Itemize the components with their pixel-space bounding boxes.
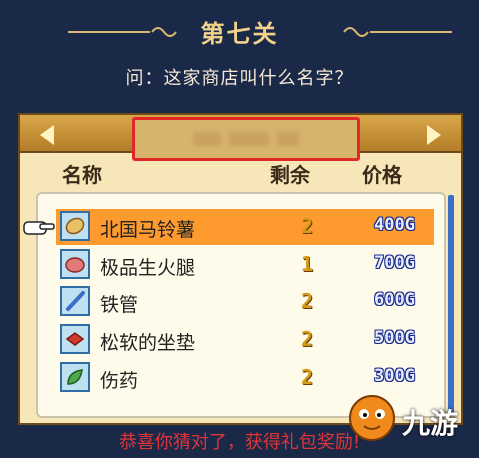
question-text: 问：这家商店叫什么名字？ bbox=[125, 68, 354, 89]
item-qty: 2 bbox=[301, 289, 314, 313]
item-qty: 2 bbox=[301, 365, 314, 389]
column-headers: 名称 剩余 价格 bbox=[20, 157, 461, 187]
item-name: 松软的坐垫 bbox=[100, 332, 196, 354]
watermark-text: 九游 bbox=[402, 407, 459, 440]
previous-shop-button[interactable] bbox=[22, 117, 54, 149]
iron-pipe-icon bbox=[60, 286, 90, 316]
header-price: 价格 bbox=[362, 163, 402, 187]
mascot-icon bbox=[349, 395, 395, 441]
item-price: 300G bbox=[374, 366, 415, 386]
item-price: 700G bbox=[374, 253, 415, 273]
header-remaining: 剩余 bbox=[270, 163, 310, 187]
item-name: 铁管 bbox=[100, 294, 139, 316]
herb-medicine-icon bbox=[60, 362, 90, 392]
item-qty: 2 bbox=[301, 327, 314, 351]
cushion-icon bbox=[60, 324, 90, 354]
list-scrollbar[interactable] bbox=[448, 195, 454, 413]
item-price: 500G bbox=[374, 328, 415, 348]
list-item[interactable]: 铁管 2 600G bbox=[56, 284, 434, 320]
item-price: 400G bbox=[374, 215, 415, 235]
list-item[interactable]: 极品生火腿 1 700G bbox=[56, 247, 434, 283]
item-qty: 2 bbox=[301, 214, 314, 238]
list-item[interactable]: 北国马铃薯 2 400G bbox=[56, 209, 434, 245]
header-name: 名称 bbox=[62, 163, 102, 187]
arrow-left-icon bbox=[40, 125, 54, 145]
item-price: 600G bbox=[374, 290, 415, 310]
hand-pointer-icon bbox=[23, 221, 55, 235]
shop-name-blurred bbox=[132, 117, 360, 161]
watermark-logo: 九游 bbox=[344, 388, 474, 448]
item-name: 北国马铃薯 bbox=[100, 219, 196, 241]
item-name: 伤药 bbox=[100, 370, 139, 392]
item-name: 极品生火腿 bbox=[100, 257, 196, 279]
next-shop-button[interactable] bbox=[427, 117, 459, 149]
list-item[interactable]: 松软的坐垫 2 500G bbox=[56, 322, 434, 358]
level-title-bar: 第七关 bbox=[0, 14, 479, 50]
right-ornament-icon bbox=[343, 27, 452, 37]
potato-icon bbox=[60, 211, 90, 241]
shop-panel: 名称 剩余 价格 北国马铃薯 2 400G 极品生火腿 1 700G 铁管 2 … bbox=[18, 113, 463, 425]
ham-icon bbox=[60, 249, 90, 279]
item-qty: 1 bbox=[301, 252, 314, 276]
arrow-right-icon bbox=[427, 125, 441, 145]
